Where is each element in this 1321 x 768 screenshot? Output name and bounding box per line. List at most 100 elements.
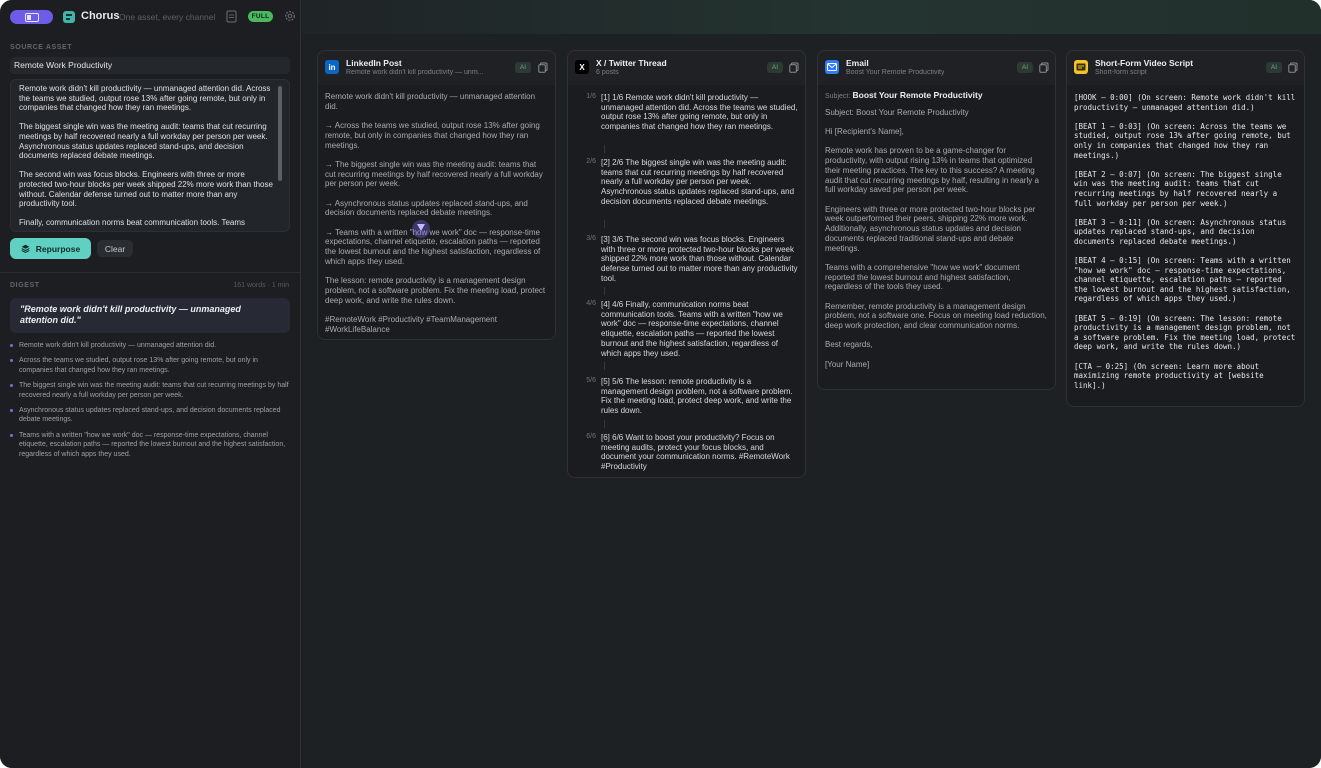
card-title: LinkedIn Post — [346, 58, 402, 68]
post-text: [1] 1/6 Remote work didn't kill producti… — [601, 93, 798, 132]
digest-word-count: 161 words · 1 min — [233, 282, 289, 289]
repurpose-button[interactable]: Repurpose — [10, 238, 91, 259]
script-beat: [BEAT 3 — 0:11] (On screen: Asynchronous… — [1074, 217, 1287, 246]
thread-connector — [604, 145, 605, 153]
video-script-card: Short-Form Video Script Short-form scrip… — [1066, 50, 1305, 407]
card-subtitle: Short-form script — [1095, 69, 1147, 76]
card-subtitle: 6 posts — [596, 69, 619, 76]
linkedin-icon: in — [325, 60, 339, 74]
app-window: Chorus One asset, every channel FULL SOU… — [0, 0, 1321, 768]
chorus-logo-icon — [63, 11, 75, 23]
source-textarea[interactable]: Remote work didn't kill productivity — u… — [10, 79, 290, 232]
thread-connector — [604, 420, 605, 428]
thread-connector — [604, 220, 605, 228]
card-title: Email — [846, 58, 869, 68]
email-paragraph: Remote work has proven to be a game-chan… — [825, 146, 1039, 195]
gear-icon[interactable] — [284, 10, 296, 22]
script-body[interactable]: [HOOK — 0:00] (On screen: Remote work di… — [1067, 85, 1304, 406]
digest-bullet: Remote work didn't kill productivity — u… — [10, 341, 292, 350]
digest-section-label: DIGEST — [10, 282, 40, 289]
source-paragraph: The biggest single win was the meeting a… — [19, 122, 268, 161]
email-paragraph: Best regards, — [825, 340, 873, 350]
copy-icon[interactable] — [538, 62, 548, 73]
card-subtitle: Remote work didn't kill productivity — u… — [346, 69, 484, 76]
script-beat: [CTA — 0:25] (On screen: Learn more abou… — [1074, 361, 1264, 390]
email-paragraph: Engineers with three or more protected t… — [825, 204, 1036, 253]
source-paragraph: The second win was focus blocks. Enginee… — [19, 170, 273, 209]
email-subject: Boost Your Remote Productivity — [852, 90, 983, 100]
email-paragraph: Subject: Boost Your Remote Productivity — [825, 107, 969, 117]
sidebar-toggle-button[interactable] — [10, 10, 53, 24]
email-paragraph: Remember, remote productivity is a manag… — [825, 301, 1047, 331]
post-paragraph: → Across the teams we studied, output ro… — [325, 121, 540, 150]
document-icon[interactable] — [226, 10, 237, 23]
post-number: 4/6 — [586, 300, 596, 307]
script-beat: [BEAT 4 — 0:15] (On screen: Teams with a… — [1074, 256, 1291, 304]
clear-button[interactable]: Clear — [97, 240, 133, 257]
script-text: [HOOK — 0:00] (On screen: Remote work di… — [1067, 85, 1304, 390]
ai-badge[interactable]: AI — [767, 62, 783, 73]
script-beat: [BEAT 1 — 0:03] (On screen: Across the t… — [1074, 121, 1291, 160]
post-text: [3] 3/6 The second win was focus blocks.… — [601, 235, 798, 283]
post-hashtags: #RemoteWork #Productivity #TeamManagemen… — [325, 315, 497, 334]
source-paragraph: Finally, communication norms beat commun… — [19, 218, 246, 228]
post-text: [4] 4/6 Finally, communication norms bea… — [601, 300, 783, 358]
source-section-label: SOURCE ASSET — [10, 44, 73, 51]
email-subject-line: Subject: Boost Your Remote Productivity — [825, 90, 1048, 102]
divider — [0, 272, 301, 273]
outputs-area: in LinkedIn Post Remote work didn't kill… — [302, 0, 1321, 768]
ai-badge[interactable]: AI — [1017, 62, 1033, 73]
card-header: Email Boost Your Remote Productivity AI — [818, 51, 1055, 81]
sidebar-icon — [24, 12, 39, 22]
post-paragraph: Remote work didn't kill productivity — u… — [325, 92, 536, 111]
top-bar: Chorus One asset, every channel FULL — [0, 0, 301, 34]
source-text: Remote work didn't kill productivity — u… — [11, 80, 289, 228]
card-title: X / Twitter Thread — [596, 58, 667, 68]
thread-connector — [604, 287, 605, 295]
copy-icon[interactable] — [789, 62, 799, 73]
email-card: Email Boost Your Remote Productivity AI … — [817, 50, 1056, 390]
copy-icon[interactable] — [1288, 62, 1298, 73]
linkedin-post-text: Remote work didn't kill productivity — u… — [318, 85, 555, 334]
digest-bullet: Across the teams we studied, output rose… — [10, 356, 292, 375]
card-header: X X / Twitter Thread 6 posts AI — [568, 51, 805, 81]
outputs-top-bar — [302, 0, 1321, 34]
card-body[interactable]: Remote work didn't kill productivity — u… — [318, 85, 555, 339]
layers-icon — [21, 244, 30, 253]
post-paragraph: The lesson: remote productivity is a man… — [325, 276, 546, 305]
ai-badge[interactable]: AI — [515, 62, 531, 73]
ai-badge[interactable]: AI — [1266, 62, 1282, 73]
x-logo-icon: X — [575, 60, 589, 74]
twitter-card: X X / Twitter Thread 6 posts AI 1/6 [1] … — [567, 50, 806, 478]
email-body[interactable]: Subject: Boost Your Remote Productivity … — [818, 85, 1055, 389]
asset-title-input[interactable]: Remote Work Productivity — [10, 57, 290, 74]
digest-bullet: The biggest single win was the meeting a… — [10, 381, 292, 400]
source-panel: Chorus One asset, every channel FULL SOU… — [0, 0, 301, 768]
thread-connector — [604, 362, 605, 370]
digest-quote: "Remote work didn't kill productivity — … — [10, 298, 290, 333]
app-name: Chorus — [81, 10, 120, 22]
email-icon — [825, 60, 839, 74]
post-number: 6/6 — [586, 433, 596, 440]
post-number: 1/6 — [586, 93, 596, 100]
email-paragraph: Teams with a comprehensive "how we work"… — [825, 262, 1020, 292]
source-scrollbar[interactable] — [278, 86, 282, 181]
repurpose-label: Repurpose — [35, 243, 81, 254]
thread-body[interactable]: 1/6 [1] 1/6 Remote work didn't kill prod… — [568, 85, 805, 477]
copy-icon[interactable] — [1039, 62, 1049, 73]
post-paragraph: → Teams with a written "how we work" doc… — [325, 227, 541, 266]
post-text: [2] 2/6 The biggest single win was the m… — [601, 158, 795, 206]
app-tagline: One asset, every channel — [119, 12, 215, 22]
card-header: Short-Form Video Script Short-form scrip… — [1067, 51, 1304, 81]
cursor-icon — [412, 220, 430, 238]
post-paragraph: → The biggest single win was the meeting… — [325, 159, 543, 189]
linkedin-card: in LinkedIn Post Remote work didn't kill… — [317, 50, 556, 340]
script-beat: [BEAT 2 — 0:07] (On screen: The biggest … — [1074, 169, 1282, 208]
card-header: in LinkedIn Post Remote work didn't kill… — [318, 51, 555, 81]
post-number: 2/6 — [586, 158, 596, 165]
post-paragraph: → Asynchronous status updates replaced s… — [325, 198, 528, 218]
card-subtitle: Boost Your Remote Productivity — [846, 69, 945, 76]
source-paragraph: Remote work didn't kill productivity — u… — [19, 84, 271, 113]
mode-badge[interactable]: FULL — [248, 11, 273, 22]
post-text: [6] 6/6 Want to boost your productivity?… — [601, 433, 790, 472]
